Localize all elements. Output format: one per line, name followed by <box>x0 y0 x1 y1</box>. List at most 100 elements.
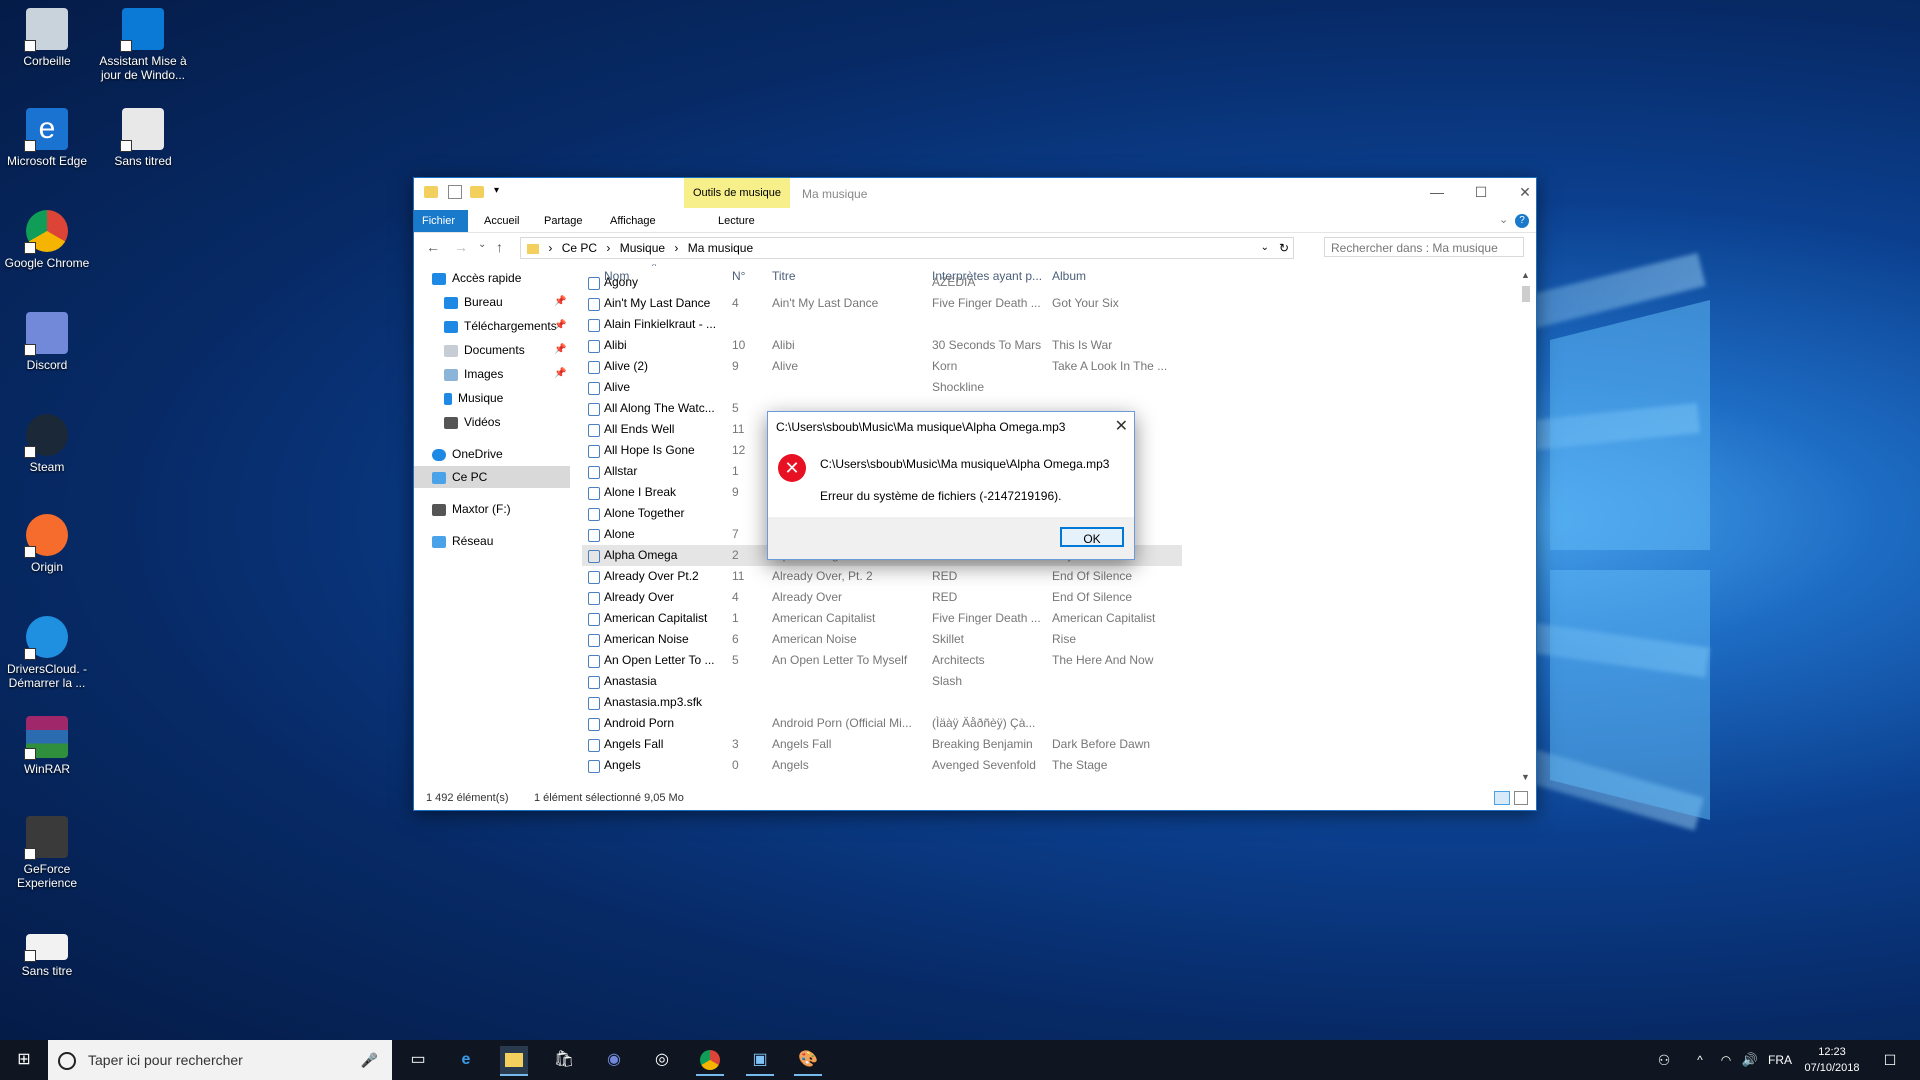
file-explorer-taskbar-icon[interactable] <box>500 1046 528 1076</box>
file-name: Anastasia <box>604 674 657 688</box>
tab-accueil[interactable]: Accueil <box>476 210 527 232</box>
new-folder-icon[interactable] <box>470 186 484 198</box>
chevron-up-icon[interactable]: ^ <box>1686 1046 1714 1074</box>
taskbar-search[interactable]: Taper ici pour rechercher 🎤 <box>48 1040 392 1080</box>
table-row[interactable]: Alain Finkielkraut - ... <box>582 314 1182 335</box>
paint-taskbar-icon[interactable]: 🎨 <box>794 1046 822 1076</box>
table-row[interactable]: Alive (2) 9 Alive Korn Take A Look In The ..… <box>582 356 1182 377</box>
windows-start-icon[interactable]: ⊞ <box>10 1046 38 1074</box>
address-dropdown-icon[interactable]: ⌄ <box>1261 238 1269 258</box>
nav-item-documents[interactable]: Documents <box>444 340 525 360</box>
nav-item-telechargements[interactable]: Téléchargements <box>444 316 557 336</box>
desktop-icon-sans-titre[interactable]: Sans titre <box>2 934 92 978</box>
desktop-icon-driverscloud[interactable]: DriversCloud. - Démarrer la ... <box>2 616 92 690</box>
clock[interactable]: 12:23 07/10/2018 <box>1800 1044 1864 1076</box>
vertical-scrollbar[interactable]: ▲ ▼ <box>1520 270 1532 792</box>
address-input[interactable]: › Ce PC › Musique › Ma musique ⌄ ↻ <box>520 237 1294 259</box>
desktop-icon-discord[interactable]: Discord <box>2 312 92 372</box>
desktop-icon-geforce[interactable]: GeForce Experience <box>2 816 92 890</box>
nav-item-musique[interactable]: Musique <box>444 388 503 408</box>
pin-icon[interactable]: 📌 <box>554 296 566 307</box>
table-row[interactable]: American Noise 6 American Noise Skillet Rise <box>582 629 1182 650</box>
search-input[interactable]: Rechercher dans : Ma musique <box>1324 237 1524 257</box>
quick-access-dropdown-icon[interactable]: ▾ <box>494 185 499 196</box>
ok-button[interactable]: OK <box>1060 527 1124 547</box>
table-row[interactable]: Angels 0 Angels Avenged Sevenfold The Stage <box>582 755 1182 776</box>
maximize-button[interactable]: ☐ <box>1466 184 1496 204</box>
large-icons-view-icon[interactable] <box>1514 791 1528 805</box>
minimize-button[interactable]: — <box>1422 184 1452 204</box>
nav-item-bureau[interactable]: Bureau <box>444 292 503 312</box>
people-icon[interactable]: ⚇ <box>1650 1046 1678 1074</box>
chrome-taskbar-icon[interactable] <box>696 1046 724 1076</box>
table-row[interactable]: An Open Letter To ... 5 An Open Letter To … <box>582 650 1182 671</box>
nav-network[interactable]: Réseau <box>432 531 493 551</box>
table-row[interactable]: Alive Shockline <box>582 377 1182 398</box>
music-tools-tab[interactable]: Outils de musique <box>684 178 790 208</box>
tab-partage[interactable]: Partage <box>536 210 591 232</box>
desktop-icon-recycle-bin[interactable]: Corbeille <box>2 8 92 68</box>
table-row[interactable]: Angels Fall 3 Angels Fall Breaking Benjamin… <box>582 734 1182 755</box>
table-row[interactable]: Agony AZEDIA <box>582 272 1182 293</box>
table-row[interactable]: Android Porn Android Porn (Official Mi...… <box>582 713 1182 734</box>
table-row[interactable]: Anastasia Slash <box>582 671 1182 692</box>
table-row[interactable]: Anastasia.mp3.sfk <box>582 692 1182 713</box>
desktop-icon-steam[interactable]: Steam <box>2 414 92 474</box>
language-indicator[interactable]: FRA <box>1768 1040 1792 1080</box>
breadcrumb-ma-musique[interactable]: Ma musique <box>688 241 753 255</box>
microphone-icon[interactable]: 🎤 <box>361 1040 378 1080</box>
nav-item-videos[interactable]: Vidéos <box>444 412 500 432</box>
nav-this-pc[interactable]: Ce PC <box>432 467 487 487</box>
task-view-icon[interactable]: ▭ <box>404 1046 432 1074</box>
table-row[interactable]: Alibi 10 Alibi 30 Seconds To Mars This Is Wa… <box>582 335 1182 356</box>
scroll-down-icon[interactable]: ▼ <box>1521 772 1530 782</box>
table-row[interactable]: Already Over 4 Already Over RED End Of Silen… <box>582 587 1182 608</box>
volume-icon[interactable]: 🔊 <box>1736 1046 1764 1074</box>
desktop-icon-sans-titred[interactable]: Sans titred <box>98 108 188 168</box>
scroll-up-icon[interactable]: ▲ <box>1521 270 1530 280</box>
app-taskbar-icon[interactable]: ▣ <box>746 1046 774 1076</box>
steam-taskbar-icon[interactable]: ◎ <box>648 1046 676 1074</box>
details-view-icon[interactable] <box>1494 791 1510 805</box>
close-icon[interactable]: ✕ <box>1115 416 1128 436</box>
forward-arrow-icon[interactable]: → <box>454 239 468 255</box>
desktop-icon-label: GeForce Experience <box>16 862 78 890</box>
table-row[interactable]: Ain't My Last Dance 4 Ain't My Last Dance F… <box>582 293 1182 314</box>
table-row[interactable]: American Capitalist 1 American Capitalist F… <box>582 608 1182 629</box>
refresh-icon[interactable]: ↻ <box>1279 238 1289 258</box>
desktop-icon-winrar[interactable]: WinRAR <box>2 716 92 776</box>
help-icon[interactable]: ? <box>1515 214 1529 228</box>
table-row[interactable]: Already Over Pt.2 11 Already Over, Pt. 2 RE… <box>582 566 1182 587</box>
breadcrumb-musique[interactable]: Musique <box>620 241 665 255</box>
edge-taskbar-icon[interactable]: e <box>452 1046 480 1074</box>
desktop-icon-chrome[interactable]: Google Chrome <box>2 210 92 270</box>
pin-icon[interactable]: 📌 <box>554 344 566 355</box>
notifications-icon[interactable]: ☐ <box>1876 1046 1904 1074</box>
recent-dropdown-icon[interactable]: ⌄ <box>478 239 486 250</box>
discord-taskbar-icon[interactable]: ◉ <box>600 1046 628 1074</box>
breadcrumb-ce-pc[interactable]: Ce PC <box>562 241 597 255</box>
pin-icon[interactable]: 📌 <box>554 320 566 331</box>
nav-onedrive[interactable]: OneDrive <box>432 444 503 464</box>
pin-icon[interactable]: 📌 <box>554 368 566 379</box>
chevron-down-icon[interactable]: ⌄ <box>1499 213 1508 226</box>
desktop-icon-origin[interactable]: Origin <box>2 514 92 574</box>
properties-icon[interactable] <box>448 185 462 199</box>
error-dialog[interactable]: C:\Users\sboub\Music\Ma musique\Alpha Om… <box>767 411 1135 560</box>
tab-fichier[interactable]: Fichier <box>414 210 468 232</box>
desktop-icon-edge[interactable]: e Microsoft Edge <box>2 108 92 168</box>
scroll-thumb[interactable] <box>1522 286 1530 302</box>
nav-quick-access[interactable]: Accès rapide <box>432 268 521 288</box>
up-arrow-icon[interactable]: ↑ <box>496 239 503 255</box>
tab-affichage[interactable]: Affichage <box>602 210 664 232</box>
nav-item-images[interactable]: Images <box>444 364 503 384</box>
track-number: 1 <box>732 464 739 478</box>
back-arrow-icon[interactable]: ← <box>426 239 440 255</box>
title-bar[interactable]: ▾ Outils de musique Ma musique — ☐ ✕ <box>414 178 1536 210</box>
close-button[interactable]: ✕ <box>1510 184 1540 204</box>
nav-drive-maxtor[interactable]: Maxtor (F:) <box>432 499 511 519</box>
track-artist: AZEDIA <box>932 275 976 289</box>
tab-lecture[interactable]: Lecture <box>710 210 763 232</box>
desktop-icon-update-assistant[interactable]: Assistant Mise à jour de Windo... <box>98 8 188 82</box>
store-taskbar-icon[interactable]: 🛍 <box>550 1046 578 1074</box>
